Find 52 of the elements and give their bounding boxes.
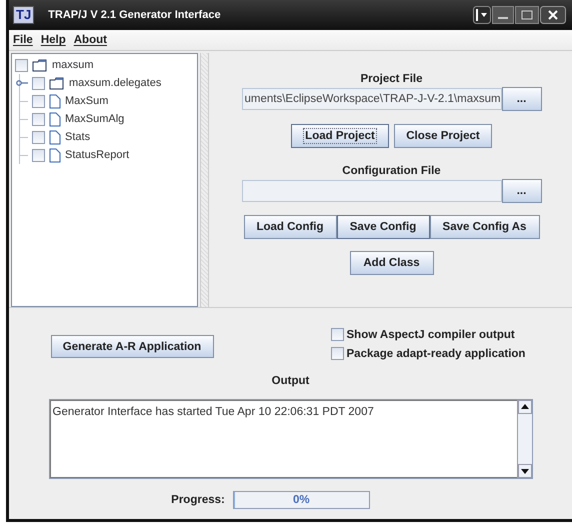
output-line: Generator Interface has started Tue Apr 10 22:06:31 PDT 2007 bbox=[52, 406, 375, 418]
close-icon[interactable] bbox=[540, 6, 566, 24]
scrollbar[interactable] bbox=[516, 400, 532, 478]
folder-icon bbox=[49, 76, 65, 90]
tree-item[interactable]: Stats bbox=[65, 131, 90, 143]
checkbox[interactable] bbox=[32, 76, 45, 90]
checkbox-label[interactable]: Show AspectJ compiler output bbox=[346, 328, 515, 340]
checkbox[interactable] bbox=[330, 328, 344, 341]
menu-item[interactable]: File bbox=[13, 34, 33, 46]
action-button[interactable]: Close Project bbox=[394, 124, 492, 148]
checkbox[interactable] bbox=[32, 94, 45, 108]
checkbox[interactable] bbox=[32, 112, 45, 126]
action-button[interactable]: Save Config As bbox=[430, 215, 540, 239]
scroll-down-icon[interactable] bbox=[518, 464, 532, 478]
browse-button[interactable]: ... bbox=[502, 87, 542, 111]
scroll-up-icon[interactable] bbox=[518, 400, 532, 414]
path-field[interactable] bbox=[242, 180, 502, 202]
browse-button[interactable]: ... bbox=[502, 179, 542, 203]
checkbox-label[interactable]: Package adapt-ready application bbox=[346, 348, 526, 360]
action-button[interactable]: Save Config bbox=[336, 215, 430, 239]
tree-item[interactable]: maxsum.delegates bbox=[69, 77, 162, 89]
minimize-icon[interactable] bbox=[492, 6, 514, 24]
checkbox[interactable] bbox=[15, 58, 28, 72]
folder-icon bbox=[32, 58, 48, 72]
generate-button[interactable]: Generate A-R Application bbox=[50, 335, 214, 358]
checkbox[interactable] bbox=[32, 130, 45, 144]
menu-item[interactable]: Help bbox=[40, 34, 66, 46]
section-label: Project File bbox=[360, 73, 422, 85]
tree-item[interactable]: StatusReport bbox=[65, 149, 130, 161]
tree-item[interactable]: MaxSumAlg bbox=[65, 113, 124, 125]
app-logo: TJ bbox=[13, 6, 34, 24]
document-icon bbox=[49, 148, 61, 162]
expand-handle-icon[interactable] bbox=[16, 79, 28, 87]
document-icon bbox=[49, 130, 61, 144]
progress-label: Progress: bbox=[171, 494, 225, 506]
document-icon bbox=[49, 112, 61, 126]
menu-item[interactable]: About bbox=[74, 34, 107, 46]
maximize-icon[interactable] bbox=[515, 6, 539, 24]
menu-icon[interactable] bbox=[473, 6, 491, 24]
path-field[interactable]: uments\EclipseWorkspace\TRAP-J-V-2.1\maxsum bbox=[242, 88, 502, 110]
tree-item[interactable]: MaxSum bbox=[65, 95, 108, 107]
document-icon bbox=[49, 94, 61, 108]
action-button[interactable]: Load Project bbox=[291, 124, 389, 148]
tree-item[interactable]: maxsum bbox=[52, 59, 94, 71]
action-button[interactable]: Load Config bbox=[244, 215, 336, 239]
section-label: Configuration File bbox=[342, 165, 441, 177]
checkbox[interactable] bbox=[330, 347, 344, 360]
add-class-button[interactable]: Add Class bbox=[350, 251, 434, 275]
checkbox[interactable] bbox=[32, 148, 45, 162]
progress-reading: 0% bbox=[293, 494, 310, 506]
window-title: TRAP/J V 2.1 Generator Interface bbox=[48, 9, 222, 21]
section-label: Output bbox=[272, 375, 310, 387]
